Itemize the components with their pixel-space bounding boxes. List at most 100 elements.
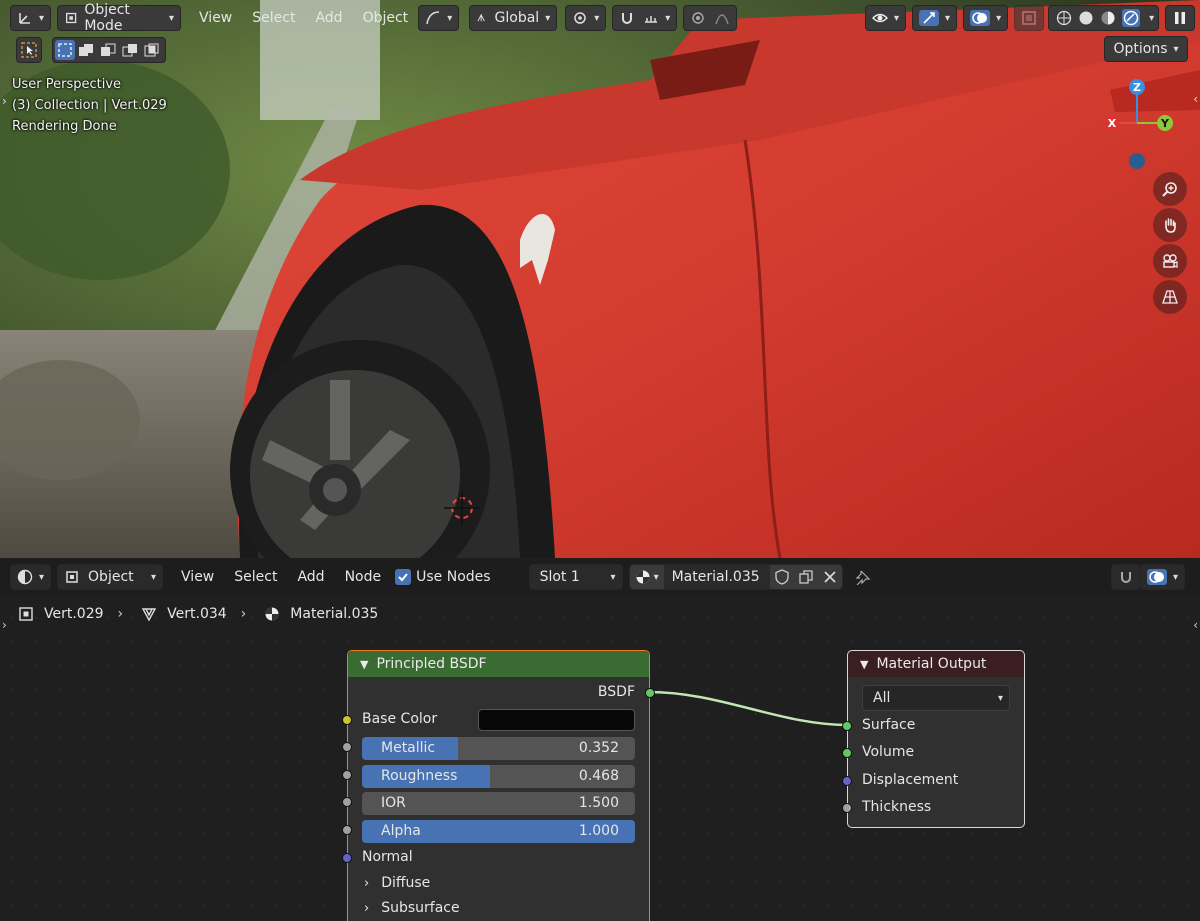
menu-add[interactable]: Add — [305, 10, 352, 26]
bsdf-output-label: BSDF — [597, 684, 635, 700]
camera-view-button[interactable] — [1153, 244, 1187, 278]
roughness-socket[interactable] — [342, 770, 352, 780]
select-box-icon — [21, 42, 37, 58]
ior-field[interactable]: IOR 1.500 — [362, 792, 635, 815]
bsdf-output-socket[interactable] — [645, 688, 655, 698]
target-label: All — [873, 690, 891, 706]
chevron-down-icon: ▾ — [39, 12, 45, 24]
chevron-down-icon: ▾ — [545, 12, 551, 24]
diffuse-panel-toggle[interactable]: › Diffuse — [364, 875, 430, 891]
pause-render-button[interactable] — [1165, 5, 1196, 31]
volume-socket[interactable] — [842, 748, 852, 758]
chevron-down-icon: ▾ — [997, 692, 1003, 704]
proportional-edit-toggle[interactable] — [683, 5, 738, 31]
snap-toggle[interactable]: ▾ — [612, 5, 678, 31]
material-output-node[interactable]: ▼ Material Output All ▾ Surface Volume D… — [842, 650, 1025, 828]
menu-view[interactable]: View — [189, 10, 242, 26]
base-color-label: Base Color — [362, 711, 438, 727]
chevron-down-icon: ▾ — [594, 12, 600, 24]
material-shading-icon[interactable] — [1100, 10, 1116, 26]
roughness-slider[interactable]: Roughness 0.468 — [362, 765, 635, 788]
slider-value: 1.000 — [578, 823, 619, 839]
subsurface-panel-toggle[interactable]: › Subsurface — [364, 900, 460, 916]
overlay-toggle[interactable]: ▾ — [963, 5, 1009, 31]
visibility-dropdown[interactable]: ▾ — [865, 5, 907, 31]
mode-dropdown[interactable]: Object Mode ▾ — [57, 2, 182, 34]
chevron-down-icon: ▾ — [169, 12, 175, 24]
gizmo-x-label: X — [1108, 117, 1117, 130]
shading-buttons: ▾ — [1048, 5, 1160, 31]
viewport-header-right: ▾ ▾ ▾ ▾ — [865, 5, 1196, 31]
chevron-down-icon: ▾ — [945, 12, 951, 24]
normal-label: Normal — [362, 849, 413, 865]
hand-icon — [1165, 218, 1176, 233]
editor-type-button[interactable]: ▾ — [10, 5, 52, 31]
render-target-dropdown[interactable]: All ▾ — [862, 685, 1010, 711]
orientation-icon — [477, 13, 486, 22]
xray-toggle[interactable] — [1014, 5, 1045, 31]
pan-button[interactable] — [1153, 208, 1187, 242]
camera-icon — [1163, 254, 1178, 268]
select-new-icon[interactable] — [57, 42, 73, 58]
surface-socket[interactable] — [842, 721, 852, 731]
mode-label: Object Mode — [84, 2, 130, 34]
chevron-down-icon: ▾ — [1173, 43, 1179, 55]
curve-icon — [426, 11, 440, 25]
gizmo-z-label: Z — [1133, 81, 1141, 94]
gpencil-button[interactable]: ▾ — [418, 5, 460, 31]
volume-label: Volume — [862, 744, 915, 760]
base-color-socket[interactable] — [342, 715, 352, 725]
menu-object[interactable]: Object — [353, 10, 419, 26]
zoom-button[interactable] — [1153, 172, 1187, 206]
slider-value: 0.468 — [578, 768, 619, 784]
metallic-socket[interactable] — [342, 742, 352, 752]
slider-label: Metallic — [381, 740, 436, 756]
chevron-right-icon: › — [364, 875, 370, 891]
wireframe-shading-icon[interactable] — [1056, 10, 1072, 26]
gizmo-neg-z-axis[interactable] — [1129, 153, 1145, 169]
metallic-slider[interactable]: Metallic 0.352 — [362, 737, 635, 760]
solid-shading-icon[interactable] — [1078, 10, 1094, 26]
shader-node-editor[interactable]: ▾ Object ▾ View Select Add Node Use Node… — [0, 558, 1200, 921]
menu-select[interactable]: Select — [242, 10, 305, 26]
alpha-slider[interactable]: Alpha 1.000 — [362, 820, 635, 843]
axes-icon — [19, 13, 30, 24]
select-subtract-icon[interactable] — [100, 42, 116, 58]
render-status-text: Rendering Done — [12, 119, 117, 134]
node-title: Material Output — [876, 656, 987, 672]
chevron-down-icon: ▾ — [447, 12, 453, 24]
node-header[interactable]: ▼ Principled BSDF — [348, 651, 649, 677]
collapse-chevron-icon[interactable]: ▼ — [860, 658, 868, 671]
pause-icon — [1175, 12, 1186, 24]
node-header[interactable]: ▼ Material Output — [848, 651, 1024, 677]
select-tool-button[interactable] — [16, 37, 42, 63]
slider-label: IOR — [381, 795, 406, 811]
ior-socket[interactable] — [342, 797, 352, 807]
left-panel-expand-icon[interactable]: › — [2, 94, 7, 108]
displacement-socket[interactable] — [842, 776, 852, 786]
collapse-chevron-icon[interactable]: ▼ — [360, 658, 368, 671]
view-perspective-text: User Perspective — [12, 77, 122, 92]
chevron-down-icon: ▾ — [665, 12, 671, 24]
base-color-swatch[interactable] — [478, 709, 635, 731]
navigation-gizmo[interactable]: Z Y X — [1095, 75, 1195, 175]
options-dropdown[interactable]: Options ▾ — [1104, 36, 1188, 62]
alpha-socket[interactable] — [342, 825, 352, 835]
transform-orientation-dropdown[interactable]: Global ▾ — [469, 5, 558, 31]
falloff-icon — [715, 14, 729, 25]
slider-label: Alpha — [381, 823, 421, 839]
3d-viewport[interactable]: ▾ Object Mode ▾ View Select Add Object ▾… — [0, 0, 1200, 558]
select-difference-icon[interactable] — [122, 42, 138, 58]
perspective-toggle-button[interactable] — [1153, 280, 1187, 314]
select-intersect-icon[interactable] — [144, 42, 160, 58]
rendered-shading-icon[interactable] — [1123, 10, 1139, 26]
normal-socket[interactable] — [342, 853, 352, 863]
principled-bsdf-node[interactable]: ▼ Principled BSDF BSDF Base Color Metall… — [342, 650, 655, 921]
chevron-down-icon: ▾ — [894, 12, 900, 24]
zoom-icon — [1162, 182, 1177, 197]
select-extend-icon[interactable] — [78, 42, 94, 58]
thickness-socket[interactable] — [842, 803, 852, 813]
chevron-down-icon: ▾ — [996, 12, 1002, 24]
pivot-dropdown[interactable]: ▾ — [565, 5, 607, 31]
gizmo-toggle[interactable]: ▾ — [912, 5, 958, 31]
